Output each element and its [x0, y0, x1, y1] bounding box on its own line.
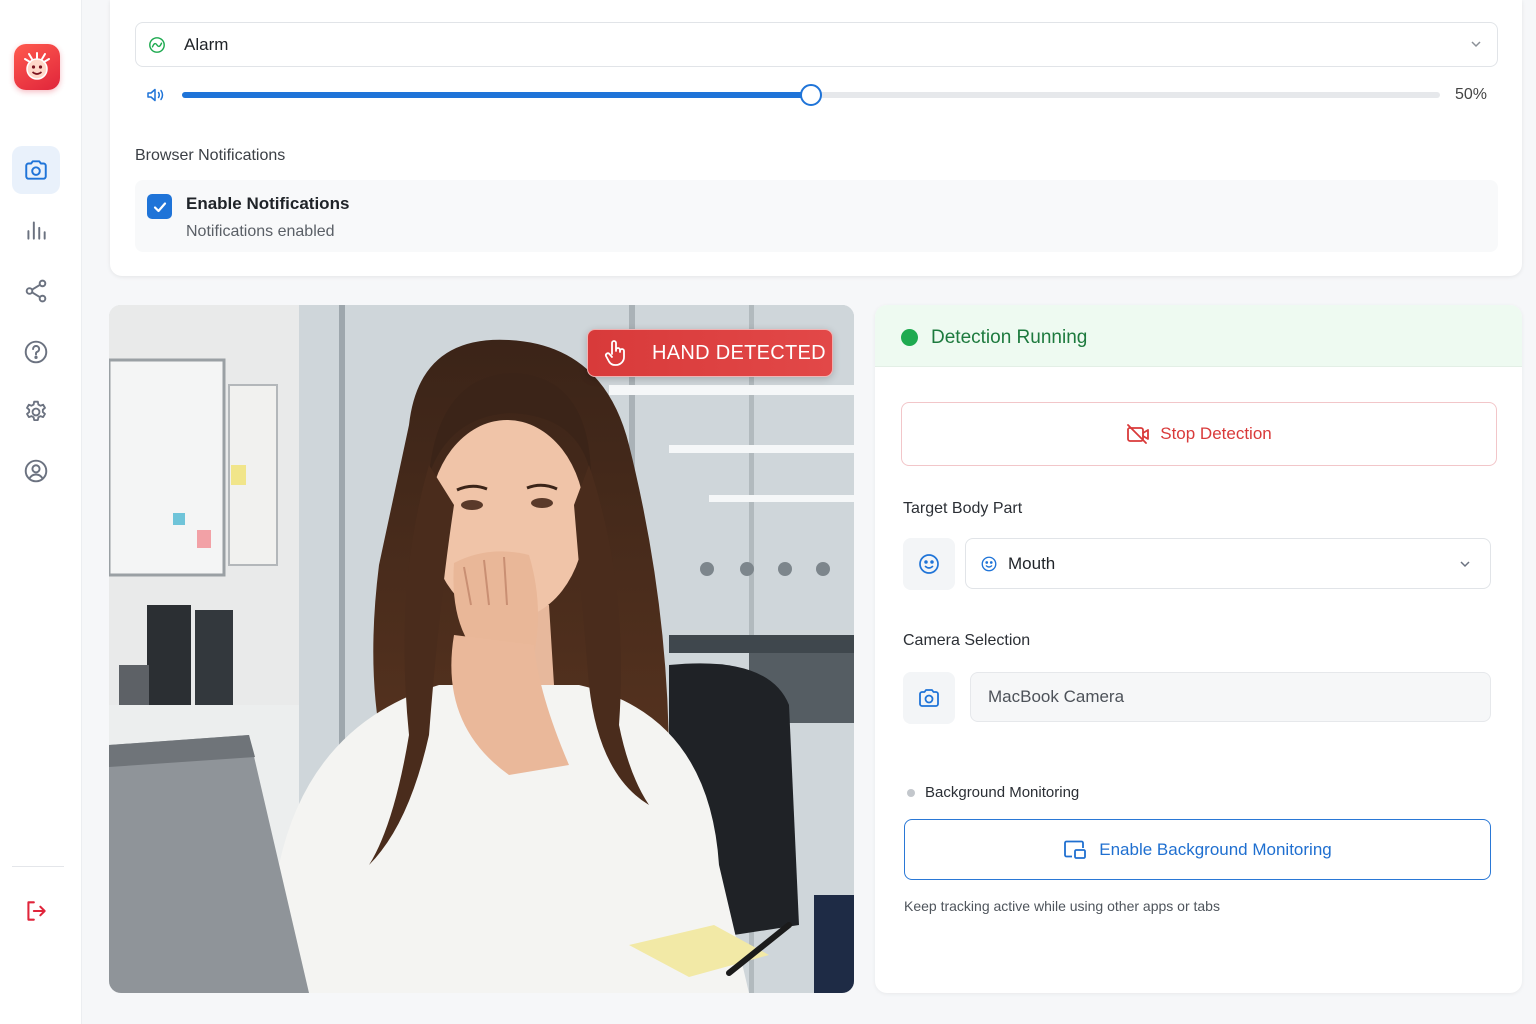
share-icon [25, 279, 47, 303]
sidebar-item-camera[interactable] [12, 146, 60, 194]
enable-background-monitoring-button[interactable]: Enable Background Monitoring [904, 819, 1491, 880]
camera-icon [25, 160, 47, 180]
target-body-part-icon-box [903, 538, 955, 590]
sidebar-divider [12, 866, 64, 867]
background-monitoring-dot [907, 789, 915, 797]
detection-status-bar: Detection Running [875, 305, 1522, 367]
enable-notifications-checkbox[interactable] [147, 194, 172, 219]
picture-in-picture-icon [1064, 840, 1087, 859]
app-logo[interactable] [14, 44, 60, 90]
notifications-status: Notifications enabled [186, 223, 335, 240]
sidebar-item-help[interactable] [12, 328, 60, 376]
sidebar-item-statistics[interactable] [12, 206, 60, 254]
volume-value: 50% [1455, 86, 1488, 103]
smile-icon [981, 556, 997, 571]
volume-icon [147, 88, 164, 102]
alarm-sound-select[interactable]: Alarm [135, 22, 1498, 67]
hand-detected-badge: HAND DETECTED [587, 329, 833, 377]
browser-notifications-heading: Browser Notifications [135, 147, 286, 164]
user-icon [24, 459, 48, 483]
camera-selection-icon-box [903, 672, 955, 724]
bar-chart-icon [27, 221, 46, 240]
checkmark-icon [153, 201, 166, 212]
camera-feed: HAND DETECTED [109, 305, 854, 993]
camera-off-icon [1127, 424, 1150, 444]
target-body-part-label: Target Body Part [903, 500, 1023, 517]
detection-status: Detection Running [931, 327, 1088, 348]
hand-detected-text: HAND DETECTED [652, 341, 826, 364]
face-icon [919, 554, 939, 574]
help-icon [24, 340, 48, 364]
chevron-down-icon [1460, 561, 1470, 568]
camera-selection-field[interactable]: MacBook Camera [970, 672, 1491, 722]
camera-icon [919, 689, 939, 707]
enable-background-monitoring-label: Enable Background Monitoring [1099, 839, 1332, 859]
sidebar-item-profile[interactable] [12, 447, 60, 495]
notifications-option: Enable Notifications Notifications enabl… [135, 180, 1498, 252]
sidebar-item-settings[interactable] [12, 388, 60, 436]
target-body-part-value: Mouth [1008, 553, 1056, 573]
alert-settings-card: Alarm 50% Browser Notifications Enable N… [110, 0, 1522, 276]
volume-slider-thumb[interactable] [800, 84, 822, 106]
logout-icon [27, 901, 46, 921]
detection-panel: Detection Running Stop Detection Target … [875, 305, 1522, 993]
chevron-down-icon [1471, 41, 1481, 48]
target-body-part-select[interactable]: Mouth [965, 538, 1491, 589]
hand-pointer-icon [605, 340, 625, 366]
alarm-sound-value: Alarm [184, 34, 229, 54]
stop-detection-button[interactable]: Stop Detection [901, 402, 1497, 466]
stop-detection-label: Stop Detection [1160, 424, 1272, 443]
gear-icon [26, 400, 46, 422]
volume-slider[interactable] [182, 84, 1440, 106]
alarm-clown-logo-icon [24, 52, 50, 80]
alarm-icon [149, 36, 165, 53]
sidebar [0, 0, 82, 1024]
background-monitoring-note: Keep tracking active while using other a… [904, 898, 1220, 914]
camera-feed-image [109, 305, 854, 993]
status-indicator [901, 329, 918, 346]
background-monitoring-label: Background Monitoring [925, 784, 1080, 801]
sidebar-item-share[interactable] [12, 267, 60, 315]
volume-slider-fill [182, 92, 811, 98]
logout-button[interactable] [12, 887, 60, 935]
enable-notifications-label: Enable Notifications [186, 194, 350, 213]
camera-selection-label: Camera Selection [903, 632, 1031, 649]
